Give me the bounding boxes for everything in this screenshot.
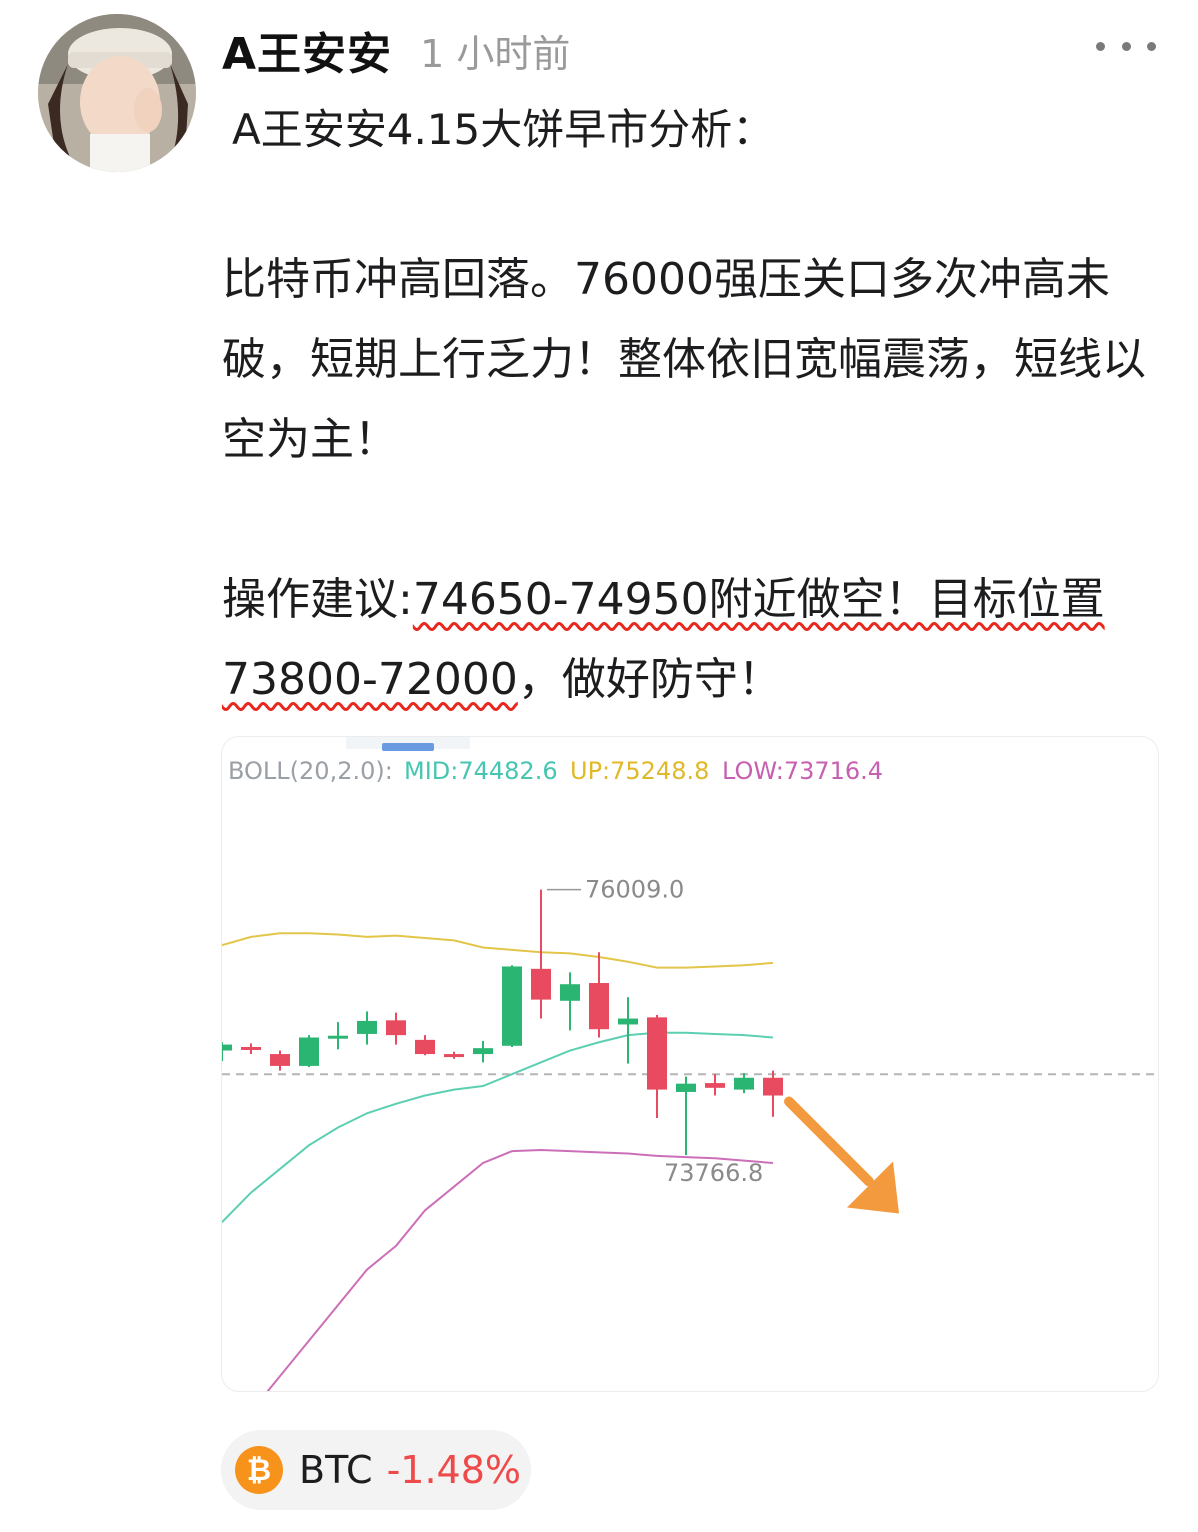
candle-body — [444, 1054, 464, 1058]
min-price-label: 73766.8 — [664, 1159, 763, 1187]
chart-tab-indicator — [382, 743, 434, 751]
boll-low-value: LOW:73716.4 — [722, 757, 883, 785]
candlestick-chart: BOLL(20,2.0): MID:74482.6 UP:75248.8 LOW… — [222, 737, 1158, 1391]
boll-mid-value: MID:74482.6 — [404, 757, 558, 785]
advice-prefix: 操作建议: — [222, 574, 413, 625]
candle-body — [328, 1035, 348, 1039]
candle-body — [676, 1083, 696, 1092]
candle-body — [357, 1020, 377, 1034]
candle-body — [299, 1037, 319, 1066]
more-dot-icon — [1096, 41, 1105, 51]
coin-change: -1.48% — [386, 1448, 522, 1492]
post-title: A王安安4.15大饼早市分析： — [232, 105, 775, 154]
candle-body — [531, 968, 551, 1000]
candle-body — [618, 1018, 638, 1025]
candle-body — [241, 1046, 261, 1050]
plot-area: 76009.0 73766.8 — [222, 876, 1158, 1391]
max-price-label: 76009.0 — [585, 876, 684, 904]
more-dot-icon — [1121, 41, 1131, 51]
candle-body — [502, 966, 522, 1046]
boll-upper-band — [222, 932, 774, 969]
post-header: A王安安 1 小时前 — [222, 20, 570, 80]
candle-body — [705, 1083, 725, 1088]
candle-body — [589, 983, 609, 1030]
coin-symbol: BTC — [299, 1448, 373, 1492]
candle-body — [386, 1020, 406, 1036]
bitcoin-icon: ₿ — [235, 1446, 283, 1494]
post-body: 比特币冲高回落。76000强压关口多次冲高未破，短期上行乏力！整体依旧宽幅震荡，… — [222, 240, 1162, 720]
candle-body — [415, 1039, 435, 1055]
candle-body — [560, 984, 580, 1001]
candle-body — [647, 1017, 667, 1090]
chart-card[interactable]: BOLL(20,2.0): MID:74482.6 UP:75248.8 LOW… — [221, 736, 1159, 1392]
candle-body — [734, 1077, 754, 1090]
user-avatar[interactable] — [38, 14, 196, 172]
post-time: 1 小时前 — [420, 31, 571, 76]
post-paragraph-analysis: 比特币冲高回落。76000强压关口多次冲高未破，短期上行乏力！整体依旧宽幅震荡，… — [222, 254, 1146, 465]
post-paragraph-advice: 操作建议:74650-74950附近做空！目标位置73800-72000，做好防… — [222, 560, 1162, 720]
candle-body — [473, 1048, 493, 1055]
more-dot-icon — [1147, 41, 1156, 51]
candle-body — [270, 1054, 290, 1066]
coin-tag[interactable]: ₿ BTC -1.48% — [221, 1430, 531, 1510]
advice-suffix: ，做好防守！ — [517, 654, 782, 705]
candle-body — [763, 1077, 783, 1096]
boll-label: BOLL(20,2.0): — [228, 757, 393, 785]
downtrend-arrow-shaft — [784, 1096, 874, 1187]
author-name[interactable]: A王安安 — [222, 18, 392, 82]
candle-body — [222, 1044, 232, 1051]
more-options-button[interactable] — [1096, 32, 1156, 60]
boll-up-value: UP:75248.8 — [570, 757, 709, 785]
avatar-photo — [38, 14, 196, 172]
